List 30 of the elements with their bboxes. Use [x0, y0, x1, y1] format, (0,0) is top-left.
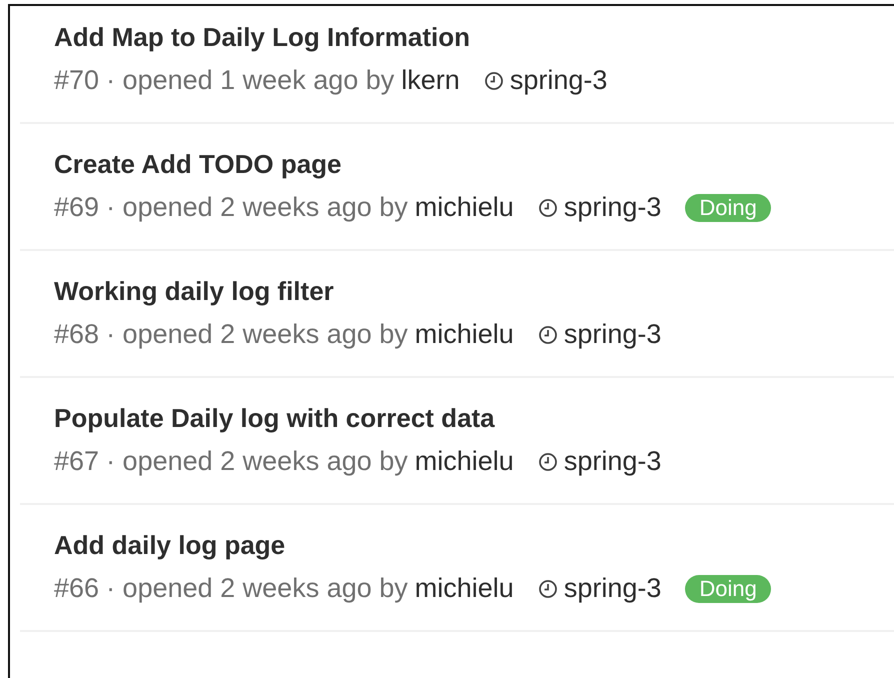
milestone-link[interactable]: spring-3 [538, 192, 662, 223]
issue-title[interactable]: Populate Daily log with correct data [54, 403, 894, 434]
author-link[interactable]: michielu [414, 319, 514, 350]
opened-text: · opened 1 week ago by [106, 65, 394, 96]
author-link[interactable]: lkern [401, 65, 460, 96]
issue-title[interactable]: Working daily log filter [54, 276, 894, 307]
issue-number: #66 [54, 573, 100, 604]
issue-title[interactable]: Add Map to Daily Log Information [54, 22, 894, 53]
issue-title[interactable]: Create Add TODO page [54, 149, 894, 180]
clock-icon [538, 578, 558, 598]
issue-number: #68 [54, 319, 100, 350]
issue-number: #70 [54, 65, 100, 96]
opened-text: · opened 2 weeks ago by [106, 573, 408, 604]
clock-icon [538, 452, 558, 472]
author-link[interactable]: michielu [414, 446, 514, 477]
clock-icon [538, 324, 558, 344]
author-link[interactable]: michielu [414, 192, 514, 223]
issue-number: #67 [54, 446, 100, 477]
opened-text: · opened 2 weeks ago by [106, 192, 408, 223]
milestone-link[interactable]: spring-3 [538, 446, 662, 477]
author-link[interactable]: michielu [414, 573, 514, 604]
clock-icon [538, 198, 558, 218]
opened-text: · opened 2 weeks ago by [106, 446, 408, 477]
milestone-link[interactable]: spring-3 [538, 573, 662, 604]
issue-title[interactable]: Add daily log page [54, 530, 894, 561]
issue-number: #69 [54, 192, 100, 223]
milestone-link[interactable]: spring-3 [538, 319, 662, 350]
clock-icon [484, 70, 504, 90]
milestone-link[interactable]: spring-3 [484, 65, 608, 96]
opened-text: · opened 2 weeks ago by [106, 319, 408, 350]
